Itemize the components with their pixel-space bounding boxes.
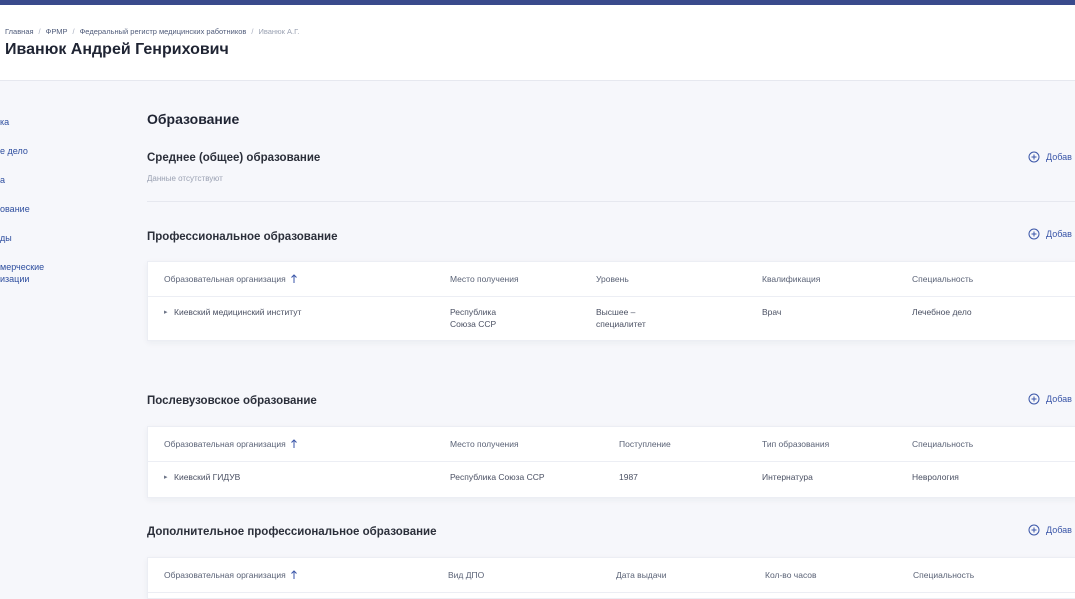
cell-specialty: Лечебное дело (912, 307, 972, 317)
column-header-admission[interactable]: Поступление (619, 439, 671, 449)
column-header-place[interactable]: Место получения (450, 274, 519, 284)
column-header-type[interactable]: Тип образования (762, 439, 829, 449)
secondary-education-title: Среднее (общее) образование (147, 152, 321, 164)
cell-type: Интернатура (762, 472, 813, 482)
expand-chevron-icon[interactable]: ▸ (164, 308, 168, 316)
add-label: Добав (1046, 152, 1072, 162)
sidebar-item-3[interactable]: а (0, 175, 5, 186)
additional-education-title: Дополнительное профессиональное образова… (147, 526, 437, 538)
page-header: Главная / ФРМР / Федеральный регистр медицин… (0, 5, 1075, 81)
column-header-place[interactable]: Место получения (450, 439, 519, 449)
column-header-organization[interactable]: Образовательная организация (164, 439, 298, 449)
breadcrumb-frmr[interactable]: ФРМР (46, 27, 68, 36)
add-circle-icon (1028, 228, 1040, 240)
add-circle-icon (1028, 524, 1040, 536)
section-title-education: Образование (147, 111, 240, 127)
page-title: Иванюк Андрей Генрихович (5, 41, 229, 58)
column-header-specialty[interactable]: Специальность (912, 274, 973, 284)
add-circle-icon (1028, 151, 1040, 163)
breadcrumb-registry[interactable]: Федеральный регистр медицинских работник… (80, 27, 247, 36)
professional-education-title: Профессиональное образование (147, 231, 338, 243)
breadcrumb: Главная / ФРМР / Федеральный регистр медицин… (5, 27, 299, 36)
sidebar-item-6-line2[interactable]: изации (0, 274, 29, 285)
sidebar-item-1[interactable]: ка (0, 117, 9, 128)
add-label: Добав (1046, 394, 1072, 404)
column-header-specialty[interactable]: Специальность (912, 439, 973, 449)
add-postgraduate-button[interactable]: Добав (1028, 393, 1072, 405)
cell-qualification: Врач (762, 307, 782, 317)
cell-admission: 1987 (619, 472, 638, 482)
secondary-empty-text: Данные отсутствуют (147, 174, 223, 183)
column-header-qualification[interactable]: Квалификация (762, 274, 820, 284)
table-header: Образовательная организация Вид ДПО Дата… (148, 558, 1075, 593)
column-header-organization[interactable]: Образовательная организация (164, 570, 298, 580)
postgraduate-education-title: Послевузовское образование (147, 395, 317, 407)
breadcrumb-current: Иванюк А.Г. (258, 27, 300, 36)
professional-education-table: Образовательная организация Место получе… (147, 261, 1075, 341)
add-label: Добав (1046, 525, 1072, 535)
column-header-dpo-type[interactable]: Вид ДПО (448, 570, 484, 580)
breadcrumb-home[interactable]: Главная (5, 27, 34, 36)
add-additional-button[interactable]: Добав (1028, 524, 1072, 536)
column-header-hours[interactable]: Кол-во часов (765, 570, 817, 580)
breadcrumb-separator: / (251, 27, 254, 36)
cell-specialty: Неврология (912, 472, 959, 482)
breadcrumb-separator: / (72, 27, 75, 36)
column-header-issue-date[interactable]: Дата выдачи (616, 570, 667, 580)
sidebar-item-4[interactable]: ование (0, 204, 30, 215)
sidebar-item-5[interactable]: ды (0, 233, 12, 244)
cell-place: Республика Союза ССР (450, 307, 497, 329)
table-header: Образовательная организация Место получе… (148, 427, 1075, 462)
additional-education-table: Образовательная организация Вид ДПО Дата… (147, 557, 1075, 599)
column-header-organization[interactable]: Образовательная организация (164, 274, 298, 284)
cell-level: Высшее – специалитет (596, 307, 646, 329)
sort-arrow-up-icon[interactable] (290, 570, 298, 580)
sidebar-item-6-line1[interactable]: мерческие (0, 262, 44, 273)
expand-chevron-icon[interactable]: ▸ (164, 473, 168, 481)
breadcrumb-separator: / (38, 27, 41, 36)
cell-place: Республика Союза ССР (450, 472, 545, 482)
add-circle-icon (1028, 393, 1040, 405)
sort-arrow-up-icon[interactable] (290, 274, 298, 284)
add-secondary-button[interactable]: Добав (1028, 151, 1072, 163)
cell-organization: Киевский ГИДУВ (174, 472, 241, 482)
postgraduate-education-table: Образовательная организация Место получе… (147, 426, 1075, 498)
add-professional-button[interactable]: Добав (1028, 228, 1072, 240)
table-header: Образовательная организация Место получе… (148, 262, 1075, 297)
column-header-specialty[interactable]: Специальность (913, 570, 974, 580)
sort-arrow-up-icon[interactable] (290, 439, 298, 449)
section-divider (147, 201, 1075, 202)
cell-organization: Киевский медицинский институт (174, 307, 302, 317)
sidebar-item-2[interactable]: е дело (0, 146, 28, 157)
column-header-level[interactable]: Уровень (596, 274, 629, 284)
add-label: Добав (1046, 229, 1072, 239)
